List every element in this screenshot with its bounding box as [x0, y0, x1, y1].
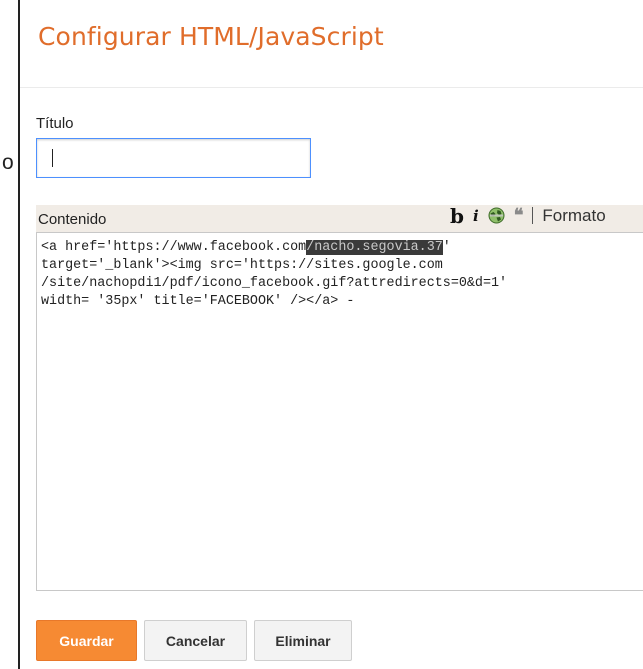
contenido-label: Contenido	[38, 211, 107, 228]
titulo-input[interactable]	[36, 138, 311, 178]
page: o Configurar HTML/JavaScript Título Cont…	[0, 0, 643, 669]
link-globe-icon[interactable]	[488, 207, 505, 224]
delete-button[interactable]: Eliminar	[254, 620, 352, 661]
toolbar-separator	[532, 207, 534, 224]
title-divider	[20, 87, 643, 88]
format-dropdown[interactable]: Formato	[542, 206, 605, 226]
italic-button[interactable]: i	[473, 207, 479, 225]
bold-button[interactable]: b	[450, 204, 464, 228]
code-text-redacted: /nacho.segovia.37	[306, 240, 443, 255]
titulo-label: Título	[36, 115, 74, 132]
partial-character: o	[2, 151, 14, 174]
html-javascript-dialog: Configurar HTML/JavaScript Título Conten…	[20, 0, 643, 669]
text-cursor	[52, 149, 53, 167]
code-text-start: <a href='https://www.facebook.com	[41, 240, 307, 255]
quote-icon[interactable]: ❝	[514, 205, 524, 226]
contenido-textarea[interactable]: <a href='https://www.facebook.com/nacho.…	[36, 232, 643, 591]
dialog-title: Configurar HTML/JavaScript	[38, 22, 384, 51]
save-button[interactable]: Guardar	[36, 620, 137, 661]
formatting-toolbar: b i ❝ Formato	[450, 203, 606, 228]
cancel-button[interactable]: Cancelar	[144, 620, 247, 661]
